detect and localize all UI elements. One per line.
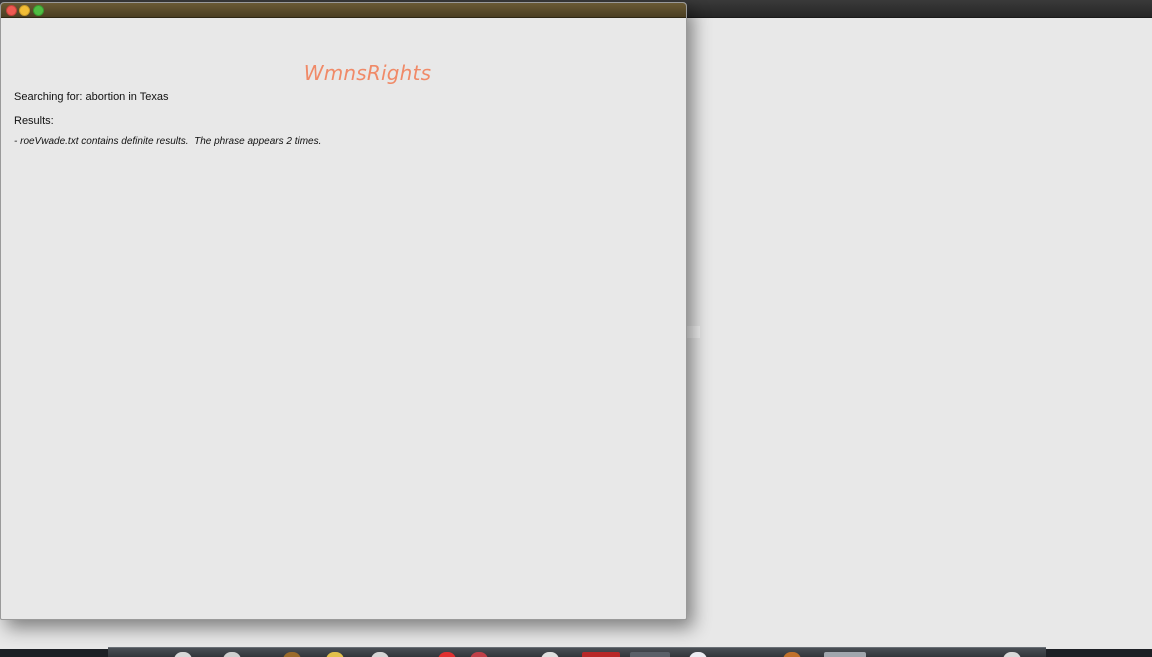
app-window: WmnsRights Searching for: abortion in Te… [0,2,687,620]
dock-app-icon[interactable] [824,652,866,657]
dock [108,647,1046,657]
dock-app-icon[interactable] [630,652,670,657]
background-resize-handle[interactable] [686,326,700,338]
close-button[interactable] [6,5,17,16]
app-title: WmnsRights [303,61,432,85]
search-status: Searching for: abortion in Texas [14,91,169,103]
minimize-button[interactable] [19,5,30,16]
dock-edge-right [1046,649,1152,657]
dock-app-icon[interactable] [582,652,620,657]
results-label: Results: [14,115,54,127]
search-query: abortion in Texas [85,91,169,103]
desktop: WmnsRights Searching for: abortion in Te… [0,0,1152,657]
maximize-button[interactable] [33,5,44,16]
window-titlebar[interactable] [1,3,686,18]
search-prefix: Searching for: [14,91,86,103]
result-item: - roeVwade.txt contains definite results… [14,136,322,147]
dock-edge-left [0,649,108,657]
